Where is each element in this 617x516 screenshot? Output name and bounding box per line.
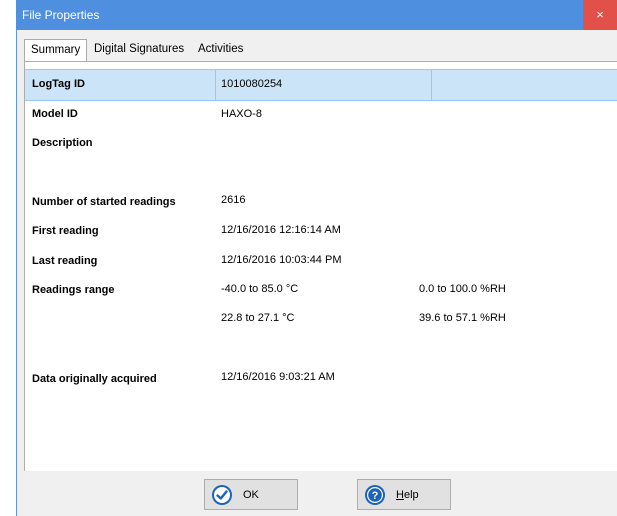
tab-activities[interactable]: Activities [192,39,249,60]
observed-range-temperature: 22.8 to 27.1 °C [221,312,295,324]
title-bar: File Properties × [16,0,617,30]
tab-summary-label: Summary [31,44,81,56]
last-reading-value: 12/16/2016 10:03:44 PM [221,254,342,266]
property-row-logtag-id[interactable]: LogTag ID 1010080254 [25,69,617,101]
tab-digital-signatures-label: Digital Signatures [94,43,185,55]
close-button[interactable]: × [583,0,617,30]
window-frame-border [16,30,17,516]
help-button[interactable]: ? Help [357,479,451,510]
file-properties-window: File Properties × Summary Digital Signat… [0,0,617,516]
check-circle-icon [212,485,232,505]
last-reading-label: Last reading [32,255,98,267]
question-circle-icon: ? [365,485,385,505]
description-label: Description [32,137,93,149]
tab-strip: Summary Digital Signatures Activities [24,39,617,62]
tab-summary[interactable]: Summary [24,39,88,62]
help-label-rest: elp [403,489,419,501]
first-reading-label: First reading [32,225,99,237]
property-row-model-id: Model ID HAXO-8 [25,103,617,125]
readings-range-label: Readings range [32,284,115,296]
tab-activities-label: Activities [198,43,244,55]
property-row-last-reading: Last reading 12/16/2016 10:03:44 PM [25,250,617,272]
readings-range-humidity: 0.0 to 100.0 %RH [419,283,506,295]
dialog-footer: OK ? Help [24,471,617,516]
property-row-description: Description [25,132,617,154]
started-readings-value: 2616 [221,194,246,206]
readings-range-temperature: -40.0 to 85.0 °C [221,283,299,295]
property-row-observed-range: 22.8 to 27.1 °C 39.6 to 57.1 %RH [25,308,617,330]
close-icon: × [596,7,604,22]
ok-button-label: OK [243,489,259,501]
window-title: File Properties [22,8,100,22]
model-id-value: HAXO-8 [221,108,262,120]
property-row-data-acquired: Data originally acquired 12/16/2016 9:03… [25,368,617,390]
svg-text:?: ? [372,490,379,502]
observed-range-humidity: 39.6 to 57.1 %RH [419,312,506,324]
help-button-label: Help [396,489,419,501]
column-divider [215,70,216,100]
properties-panel: LogTag ID 1010080254 Model ID HAXO-8 Des… [24,61,617,472]
property-row-first-reading: First reading 12/16/2016 12:16:14 AM [25,220,617,242]
ok-button[interactable]: OK [204,479,298,510]
data-acquired-label: Data originally acquired [32,373,157,385]
property-row-readings-range: Readings range -40.0 to 85.0 °C 0.0 to 1… [25,279,617,301]
column-divider [431,70,432,100]
logtag-id-label: LogTag ID [32,78,85,90]
model-id-label: Model ID [32,108,78,120]
window-background-left [0,0,16,516]
help-mnemonic: H [396,489,404,501]
first-reading-value: 12/16/2016 12:16:14 AM [221,224,341,236]
data-acquired-value: 12/16/2016 9:03:21 AM [221,371,335,383]
tab-digital-signatures[interactable]: Digital Signatures [88,39,190,60]
property-row-started-readings: Number of started readings 2616 [25,191,617,213]
logtag-id-value: 1010080254 [221,78,283,90]
started-readings-label: Number of started readings [32,196,176,208]
